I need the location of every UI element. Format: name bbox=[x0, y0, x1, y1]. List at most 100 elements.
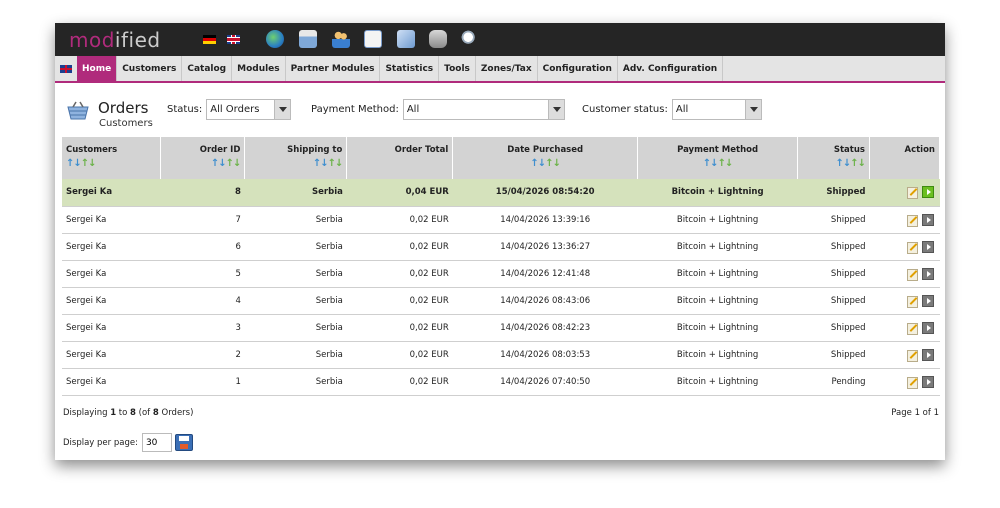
column-shipping-label: Shipping to bbox=[287, 145, 343, 155]
details-arrow-icon[interactable] bbox=[921, 240, 934, 253]
orders-basket-icon[interactable] bbox=[299, 30, 317, 48]
edit-icon[interactable] bbox=[906, 186, 918, 200]
table-row[interactable]: Sergei Ka 3 Serbia 0,02 EUR 14/04/2026 0… bbox=[62, 314, 940, 342]
chevron-down-icon[interactable] bbox=[744, 100, 761, 119]
cell-total: 0,02 EUR bbox=[346, 287, 453, 315]
cell-status: Pending bbox=[797, 368, 870, 396]
modified-logo[interactable]: modified bbox=[69, 28, 161, 52]
edit-icon[interactable] bbox=[906, 295, 918, 308]
cell-order-id: 8 bbox=[160, 179, 245, 207]
cell-status: Shipped bbox=[797, 206, 870, 234]
cell-total: 0,02 EUR bbox=[346, 341, 453, 369]
table-row[interactable]: Sergei Ka 5 Serbia 0,02 EUR 14/04/2026 1… bbox=[62, 260, 940, 288]
language-flag-icon[interactable] bbox=[55, 56, 77, 81]
customer-status-select[interactable]: All bbox=[671, 99, 762, 120]
column-total-label: Order Total bbox=[394, 145, 449, 155]
sort-arrows-icon[interactable]: ↑↓↑↓ bbox=[802, 158, 866, 169]
cell-shipping: Serbia bbox=[244, 206, 347, 234]
column-customers: Customers ↑↓↑↓ bbox=[62, 137, 162, 179]
cell-actions bbox=[869, 314, 940, 342]
edit-icon[interactable] bbox=[906, 376, 918, 389]
details-arrow-icon[interactable] bbox=[921, 375, 934, 388]
details-arrow-icon[interactable] bbox=[921, 348, 934, 361]
sort-arrows-icon[interactable]: ↑↓↑↓ bbox=[249, 158, 344, 169]
menu-catalog[interactable]: Catalog bbox=[182, 56, 233, 81]
table-row[interactable]: Sergei Ka 6 Serbia 0,02 EUR 14/04/2026 1… bbox=[62, 233, 940, 261]
sort-arrows-icon[interactable]: ↑↓↑↓ bbox=[457, 158, 633, 169]
table-row[interactable]: Sergei Ka 4 Serbia 0,02 EUR 14/04/2026 0… bbox=[62, 287, 940, 315]
edit-icon[interactable] bbox=[906, 322, 918, 335]
german-flag-icon[interactable] bbox=[203, 35, 216, 44]
edit-icon[interactable] bbox=[906, 241, 918, 254]
sort-arrows-icon[interactable]: ↑↓↑↓ bbox=[66, 158, 156, 169]
per-page-input[interactable] bbox=[141, 433, 172, 452]
details-arrow-icon[interactable] bbox=[921, 267, 934, 280]
cell-date: 14/04/2026 07:40:50 bbox=[452, 368, 638, 396]
details-arrow-icon[interactable] bbox=[921, 213, 934, 226]
menu-zones-tax[interactable]: Zones/Tax bbox=[476, 56, 538, 81]
details-arrow-icon[interactable] bbox=[921, 294, 934, 307]
menu-tools[interactable]: Tools bbox=[439, 56, 476, 81]
globe-icon[interactable] bbox=[266, 30, 284, 48]
menu-statistics[interactable]: Statistics bbox=[380, 56, 440, 81]
search-icon[interactable] bbox=[461, 30, 479, 48]
orders-basket-icon bbox=[65, 101, 91, 121]
payment-filter-label: Payment Method: bbox=[311, 104, 399, 115]
documents-icon[interactable] bbox=[397, 30, 415, 48]
table-row[interactable]: Sergei Ka 7 Serbia 0,02 EUR 14/04/2026 1… bbox=[62, 206, 940, 234]
cell-shipping: Serbia bbox=[244, 341, 347, 369]
customer-status-filter: Customer status: All bbox=[582, 99, 762, 120]
customer-status-label: Customer status: bbox=[582, 104, 668, 115]
menu-customers[interactable]: Customers bbox=[117, 56, 183, 81]
cell-payment: Bitcoin + Lightning bbox=[637, 260, 798, 288]
status-filter-label: Status: bbox=[167, 104, 203, 115]
orders-content: Orders Customers Status: All Orders Paym… bbox=[55, 83, 945, 460]
edit-icon[interactable] bbox=[906, 349, 918, 362]
status-select[interactable]: All Orders bbox=[206, 99, 292, 120]
cell-total: 0,02 EUR bbox=[346, 260, 453, 288]
summary-of-prefix: (of bbox=[135, 408, 153, 418]
cell-status: Shipped bbox=[797, 233, 870, 261]
cell-status: Shipped bbox=[797, 260, 870, 288]
chevron-down-icon[interactable] bbox=[274, 100, 291, 119]
cell-status: Shipped bbox=[797, 287, 870, 315]
cell-payment: Bitcoin + Lightning bbox=[637, 368, 798, 396]
column-status: Status ↑↓↑↓ bbox=[797, 137, 870, 179]
cell-date: 14/04/2026 13:36:27 bbox=[452, 233, 638, 261]
menu-home[interactable]: Home bbox=[77, 56, 118, 81]
table-row[interactable]: Sergei Ka 8 Serbia 0,04 EUR 15/04/2026 0… bbox=[62, 179, 940, 207]
column-order-id-label: Order ID bbox=[199, 145, 241, 155]
table-row[interactable]: Sergei Ka 1 Serbia 0,02 EUR 14/04/2026 0… bbox=[62, 368, 940, 396]
configuration-icon[interactable] bbox=[364, 30, 382, 48]
cell-date: 14/04/2026 12:41:48 bbox=[452, 260, 638, 288]
column-date-label: Date Purchased bbox=[507, 145, 584, 155]
cell-order-id: 7 bbox=[160, 206, 245, 234]
customer-status-value: All bbox=[675, 104, 689, 115]
english-flag-icon[interactable] bbox=[227, 35, 240, 44]
payment-select[interactable]: All bbox=[402, 99, 565, 120]
details-arrow-icon[interactable] bbox=[921, 321, 934, 334]
edit-icon[interactable] bbox=[906, 214, 918, 227]
menu-configuration[interactable]: Configuration bbox=[538, 56, 618, 81]
summary-prefix: Displaying bbox=[63, 408, 111, 418]
details-arrow-icon[interactable] bbox=[921, 186, 934, 199]
status-filter: Status: All Orders bbox=[167, 99, 292, 120]
cell-shipping: Serbia bbox=[244, 233, 347, 261]
menu-partner-modules[interactable]: Partner Modules bbox=[286, 56, 381, 81]
database-icon[interactable] bbox=[429, 30, 447, 48]
table-header-row: Customers ↑↓↑↓ Order ID ↑↓↑↓ Shipping to ↑↓… bbox=[62, 137, 941, 179]
cell-actions bbox=[869, 368, 940, 396]
cell-customer: Sergei Ka bbox=[62, 260, 161, 288]
cell-actions bbox=[869, 179, 940, 207]
cell-customer: Sergei Ka bbox=[62, 179, 161, 207]
sort-arrows-icon[interactable]: ↑↓↑↓ bbox=[642, 158, 793, 169]
save-icon[interactable] bbox=[174, 434, 193, 451]
customers-icon[interactable] bbox=[332, 30, 350, 48]
edit-icon[interactable] bbox=[906, 268, 918, 281]
menu-adv-configuration[interactable]: Adv. Configuration bbox=[618, 56, 724, 81]
table-row[interactable]: Sergei Ka 2 Serbia 0,02 EUR 14/04/2026 0… bbox=[62, 341, 940, 369]
sort-arrows-icon[interactable]: ↑↓↑↓ bbox=[165, 158, 242, 169]
chevron-down-icon[interactable] bbox=[547, 100, 564, 119]
menu-modules[interactable]: Modules bbox=[232, 56, 286, 81]
per-page-control: Display per page: bbox=[63, 433, 193, 452]
